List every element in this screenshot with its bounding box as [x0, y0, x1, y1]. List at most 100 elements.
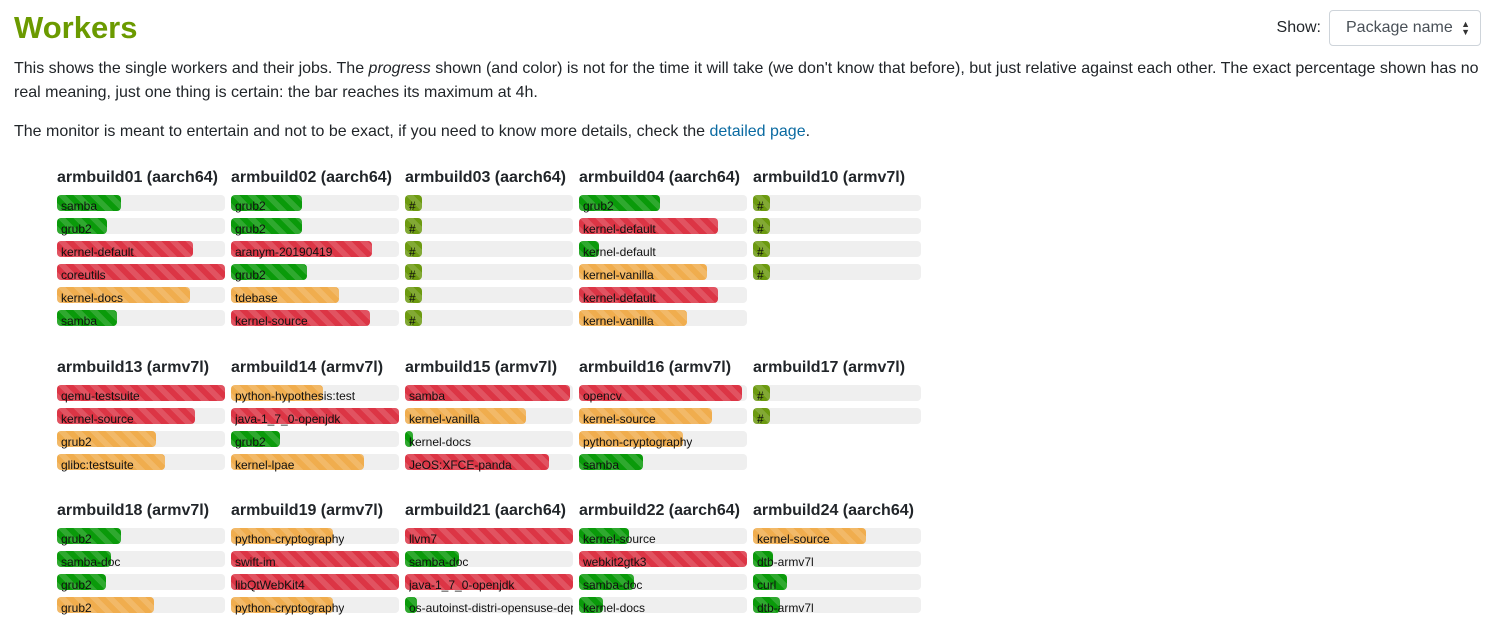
- job-progress-bar[interactable]: grub2: [57, 597, 225, 615]
- worker-card: armbuild10 (armv7l) # # # #: [753, 168, 927, 358]
- job-package-name: grub2: [61, 435, 92, 449]
- job-progress-bar[interactable]: kernel-default: [579, 218, 747, 236]
- worker-card: armbuild13 (armv7l) qemu-testsuite kernel-…: [57, 358, 231, 501]
- monitor-text: The monitor is meant to entertain and no…: [14, 123, 710, 140]
- job-progress-bar[interactable]: grub2: [231, 195, 399, 213]
- job-progress-bar[interactable]: JeOS:XFCE-panda: [405, 454, 573, 472]
- job-package-name: kernel-vanilla: [583, 268, 654, 282]
- show-select-value: Package name: [1346, 19, 1453, 36]
- job-progress-bar[interactable]: grub2: [231, 431, 399, 449]
- job-progress-bar[interactable]: kernel-docs: [57, 287, 225, 305]
- job-package-name: kernel-docs: [409, 435, 472, 449]
- job-progress-bar[interactable]: python-cryptography: [231, 597, 399, 615]
- job-progress-bar[interactable]: kernel-vanilla: [405, 408, 573, 426]
- intro-text: This shows the single workers and their …: [14, 60, 369, 77]
- job-progress-bar[interactable]: tdebase: [231, 287, 399, 305]
- job-progress-bar[interactable]: libQtWebKit4: [231, 574, 399, 592]
- job-progress-bar[interactable]: opencv: [579, 385, 747, 403]
- job-progress-bar[interactable]: samba-doc: [57, 551, 225, 569]
- job-progress-bar[interactable]: #: [405, 310, 573, 328]
- worker-card: armbuild22 (aarch64) kernel-source webkit2…: [579, 501, 753, 644]
- job-progress-bar[interactable]: kernel-default: [579, 287, 747, 305]
- job-package-name: kernel-source: [61, 412, 134, 426]
- job-progress-bar[interactable]: kernel-source: [753, 528, 921, 546]
- job-progress-bar[interactable]: samba-doc: [579, 574, 747, 592]
- job-progress-bar[interactable]: grub2: [579, 195, 747, 213]
- job-progress-bar[interactable]: python-hypothesis:test: [231, 385, 399, 403]
- job-progress-bar[interactable]: samba: [579, 454, 747, 472]
- job-progress-bar[interactable]: #: [753, 241, 921, 259]
- job-package-name: #: [757, 199, 764, 213]
- job-progress-bar[interactable]: coreutils: [57, 264, 225, 282]
- job-progress-bar[interactable]: #: [405, 264, 573, 282]
- job-progress-bar[interactable]: #: [405, 241, 573, 259]
- worker-row: armbuild13 (armv7l) qemu-testsuite kernel-…: [57, 358, 927, 501]
- job-package-name: java-1_7_0-openjdk: [235, 412, 341, 426]
- job-progress-bar[interactable]: kernel-vanilla: [579, 264, 747, 282]
- job-progress-bar[interactable]: swift-im: [231, 551, 399, 569]
- job-progress-bar[interactable]: os-autoinst-distri-opensuse-deps: [405, 597, 573, 615]
- job-progress-bar[interactable]: kernel-docs: [579, 597, 747, 615]
- job-progress-bar[interactable]: kernel-source: [57, 408, 225, 426]
- job-progress-bar[interactable]: #: [405, 218, 573, 236]
- job-progress-bar[interactable]: qemu-testsuite: [57, 385, 225, 403]
- job-progress-bar[interactable]: grub2: [57, 218, 225, 236]
- job-progress-bar[interactable]: kernel-lpae: [231, 454, 399, 472]
- job-progress-bar[interactable]: #: [753, 218, 921, 236]
- job-package-name: #: [409, 199, 416, 213]
- job-progress-bar[interactable]: llvm7: [405, 528, 573, 546]
- job-package-name: samba-doc: [61, 555, 121, 569]
- worker-name: armbuild10 (armv7l): [753, 169, 906, 186]
- monitor-paragraph: The monitor is meant to entertain and no…: [14, 120, 1479, 144]
- job-progress-bar[interactable]: java-1_7_0-openjdk: [231, 408, 399, 426]
- job-progress-bar[interactable]: grub2: [57, 528, 225, 546]
- job-progress-bar[interactable]: samba: [57, 310, 225, 328]
- job-progress-bar[interactable]: glibc:testsuite: [57, 454, 225, 472]
- job-progress-bar[interactable]: grub2: [57, 574, 225, 592]
- job-progress-bar[interactable]: kernel-docs: [405, 431, 573, 449]
- show-label: Show:: [1276, 19, 1321, 36]
- job-package-name: kernel-source: [757, 532, 830, 546]
- job-progress-bar[interactable]: grub2: [231, 218, 399, 236]
- job-package-name: #: [409, 268, 416, 282]
- job-progress-bar[interactable]: grub2: [231, 264, 399, 282]
- job-progress-bar[interactable]: grub2: [57, 431, 225, 449]
- job-progress-bar[interactable]: kernel-source: [579, 408, 747, 426]
- job-progress-bar[interactable]: #: [753, 264, 921, 282]
- job-progress-bar[interactable]: #: [405, 287, 573, 305]
- job-progress-bar[interactable]: python-cryptography: [579, 431, 747, 449]
- job-progress-bar[interactable]: samba: [405, 385, 573, 403]
- job-progress-bar[interactable]: #: [753, 195, 921, 213]
- job-progress-bar[interactable]: kernel-default: [579, 241, 747, 259]
- job-progress-bar[interactable]: curl: [753, 574, 921, 592]
- job-progress-bar[interactable]: samba-doc: [405, 551, 573, 569]
- worker-name: armbuild21 (aarch64): [405, 502, 566, 519]
- job-progress-bar[interactable]: aranym-20190419: [231, 241, 399, 259]
- job-progress-bar[interactable]: kernel-source: [579, 528, 747, 546]
- job-progress-bar[interactable]: java-1_7_0-openjdk: [405, 574, 573, 592]
- show-select[interactable]: Package name ▲ ▼: [1329, 10, 1481, 46]
- job-progress-bar[interactable]: kernel-source: [231, 310, 399, 328]
- job-progress-bar[interactable]: dtb-armv7l: [753, 597, 921, 615]
- job-package-name: python-cryptography: [235, 601, 345, 615]
- detailed-page-link[interactable]: detailed page: [710, 123, 806, 140]
- job-package-name: samba: [409, 389, 446, 403]
- job-progress-bar[interactable]: kernel-vanilla: [579, 310, 747, 328]
- job-progress-bar[interactable]: samba: [57, 195, 225, 213]
- job-progress-bar[interactable]: webkit2gtk3: [579, 551, 747, 569]
- job-package-name: kernel-lpae: [235, 458, 295, 472]
- job-package-name: kernel-vanilla: [409, 412, 480, 426]
- show-control: Show: Package name ▲ ▼: [1277, 10, 1481, 46]
- worker-name: armbuild18 (armv7l): [57, 502, 210, 519]
- job-progress-bar[interactable]: #: [405, 195, 573, 213]
- job-package-name: grub2: [61, 532, 92, 546]
- job-progress-bar[interactable]: dtb-armv7l: [753, 551, 921, 569]
- job-progress-bar[interactable]: kernel-default: [57, 241, 225, 259]
- job-package-name: #: [757, 389, 764, 403]
- worker-card: armbuild21 (aarch64) llvm7 samba-doc java-1…: [405, 501, 579, 644]
- job-package-name: #: [757, 268, 764, 282]
- job-package-name: grub2: [61, 578, 92, 592]
- job-progress-bar[interactable]: python-cryptography: [231, 528, 399, 546]
- job-progress-bar[interactable]: #: [753, 385, 921, 403]
- job-progress-bar[interactable]: #: [753, 408, 921, 426]
